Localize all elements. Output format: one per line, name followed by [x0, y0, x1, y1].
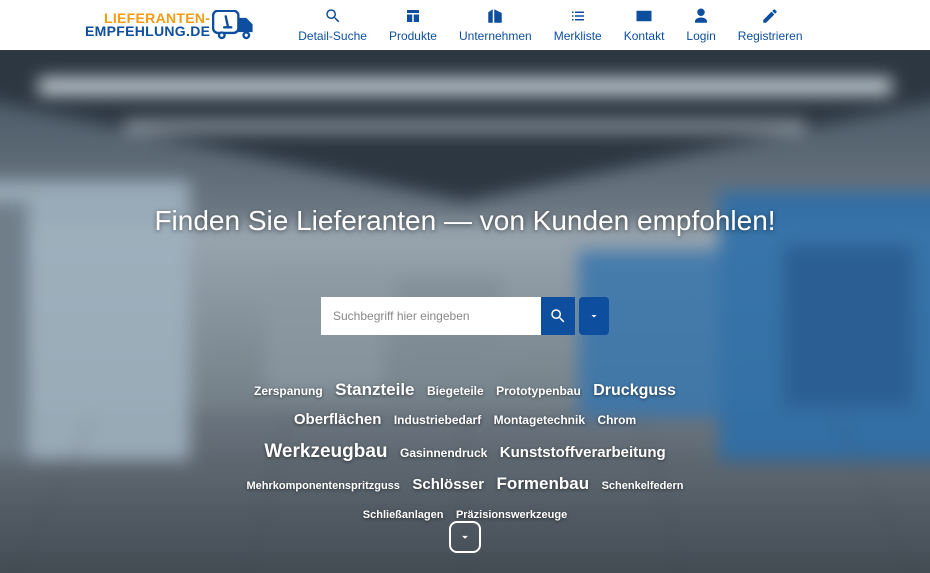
nav-label: Merkliste: [554, 29, 602, 43]
tag-industriebedarf[interactable]: Industriebedarf: [394, 413, 481, 427]
list-icon: [569, 7, 587, 25]
search-button[interactable]: [541, 297, 575, 335]
tag-schenkelfedern[interactable]: Schenkelfedern: [602, 480, 684, 492]
chevron-down-icon: [588, 310, 600, 322]
pencil-icon: [761, 7, 779, 25]
nav-kontakt[interactable]: Kontakt: [624, 7, 665, 43]
tag-gasinnendruck[interactable]: Gasinnendruck: [400, 446, 487, 460]
tag-schlösser[interactable]: Schlösser: [412, 476, 484, 493]
tag-kunststoffverarbeitung[interactable]: Kunststoffverarbeitung: [500, 444, 666, 461]
tag-montagetechnik[interactable]: Montagetechnik: [494, 413, 585, 427]
nav-label: Login: [686, 29, 715, 43]
tag-oberflächen[interactable]: Oberflächen: [294, 411, 382, 428]
tag-stanzteile[interactable]: Stanzteile: [335, 380, 414, 399]
hero-section: Finden Sie Lieferanten — von Kunden empf…: [0, 50, 930, 573]
nav-label: Detail-Suche: [298, 29, 367, 43]
nav-label: Kontakt: [624, 29, 665, 43]
nav-label: Registrieren: [738, 29, 803, 43]
search-dropdown-button[interactable]: [579, 297, 609, 335]
scroll-down-button[interactable]: [449, 521, 481, 553]
nav-label: Produkte: [389, 29, 437, 43]
tag-biegeteile[interactable]: Biegeteile: [427, 384, 484, 398]
tag-schließanlagen[interactable]: Schließanlagen: [363, 509, 444, 521]
nav-unternehmen[interactable]: Unternehmen: [459, 7, 532, 43]
tag-zerspanung[interactable]: Zerspanung: [254, 384, 323, 398]
tag-formenbau[interactable]: Formenbau: [497, 474, 590, 493]
nav-login[interactable]: Login: [686, 7, 715, 43]
tag-druckguss[interactable]: Druckguss: [593, 382, 676, 399]
logo-line2: EMPFEHLUNG.DE: [85, 25, 210, 38]
tag-mehrkomponentenspritzguss[interactable]: Mehrkomponentenspritzguss: [247, 480, 400, 492]
search-icon: [549, 307, 567, 325]
box-icon: [404, 7, 422, 25]
tag-prototypenbau[interactable]: Prototypenbau: [496, 384, 581, 398]
nav-merkliste[interactable]: Merkliste: [554, 7, 602, 43]
main-nav: Detail-Suche Produkte Unternehmen Merkli…: [298, 7, 802, 43]
tag-cloud: Zerspanung Stanzteile Biegeteile Prototy…: [235, 375, 695, 528]
tag-chrom[interactable]: Chrom: [597, 413, 636, 427]
nav-produkte[interactable]: Produkte: [389, 7, 437, 43]
nav-registrieren[interactable]: Registrieren: [738, 7, 803, 43]
truck-icon: [212, 10, 260, 40]
tag-präzisionswerkzeuge[interactable]: Präzisionswerkzeuge: [456, 509, 567, 521]
logo[interactable]: LIEFERANTEN- EMPFEHLUNG.DE: [85, 10, 260, 40]
user-icon: [692, 7, 710, 25]
chevron-down-icon: [458, 530, 472, 544]
nav-label: Unternehmen: [459, 29, 532, 43]
building-icon: [486, 7, 504, 25]
search-row: [321, 297, 609, 335]
mail-icon: [635, 7, 653, 25]
hero-title: Finden Sie Lieferanten — von Kunden empf…: [154, 205, 775, 237]
header: LIEFERANTEN- EMPFEHLUNG.DE Detail-Suche …: [0, 0, 930, 50]
search-icon: [324, 7, 342, 25]
nav-detail-suche[interactable]: Detail-Suche: [298, 7, 367, 43]
tag-werkzeugbau[interactable]: Werkzeugbau: [264, 441, 387, 462]
search-input[interactable]: [321, 297, 541, 335]
